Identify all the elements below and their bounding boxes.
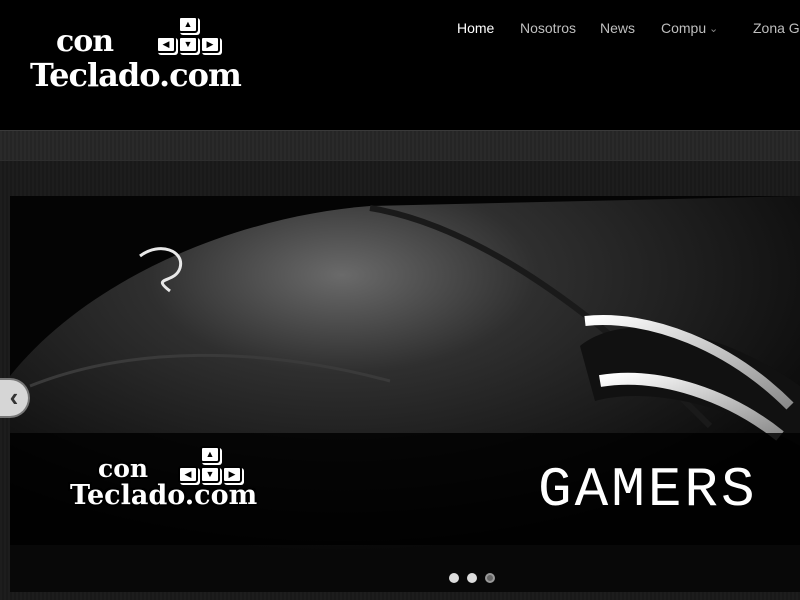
- nav-item-home[interactable]: Home: [457, 20, 494, 36]
- chevron-down-icon[interactable]: ⌄: [709, 22, 718, 35]
- key-up-icon: ▲: [178, 16, 198, 33]
- header-divider-band: [0, 130, 800, 160]
- caption-logo-teclado: Teclado.com: [70, 480, 258, 511]
- nav-item-compu[interactable]: Compu: [661, 20, 706, 36]
- key-down-icon: ▼: [178, 36, 198, 53]
- caption-logo-con: con: [98, 454, 149, 483]
- nav-item-nosotros[interactable]: Nosotros: [520, 20, 576, 36]
- caption-logo: ▲ ◀ ▼ ▶ con Teclado.com: [68, 446, 258, 526]
- logo-text-teclado: Teclado.com: [30, 56, 242, 94]
- hero-slider[interactable]: ▲ ◀ ▼ ▶ con Teclado.com GAMERS: [10, 196, 800, 592]
- slide-title: GAMERS: [538, 458, 758, 522]
- chevron-left-icon: ‹: [9, 382, 19, 412]
- key-up-icon: ▲: [200, 446, 220, 463]
- logo-text-con: con: [56, 24, 114, 59]
- site-header: ▲ ◀ ▼ ▶ con Teclado.com Home Nosotros Ne…: [0, 0, 800, 130]
- slider-dot-1[interactable]: [449, 573, 459, 583]
- slider-dot-2[interactable]: [467, 573, 477, 583]
- nav-item-news[interactable]: News: [600, 20, 635, 36]
- site-logo[interactable]: ▲ ◀ ▼ ▶ con Teclado.com: [22, 12, 252, 104]
- key-left-icon: ◀: [156, 36, 176, 53]
- keyboard-keys-icon: ▲ ◀ ▼ ▶: [156, 16, 226, 56]
- nav-item-zona-gamer[interactable]: Zona Ge: [753, 20, 800, 36]
- key-right-icon: ▶: [200, 36, 220, 53]
- slider-dot-3[interactable]: [485, 573, 495, 583]
